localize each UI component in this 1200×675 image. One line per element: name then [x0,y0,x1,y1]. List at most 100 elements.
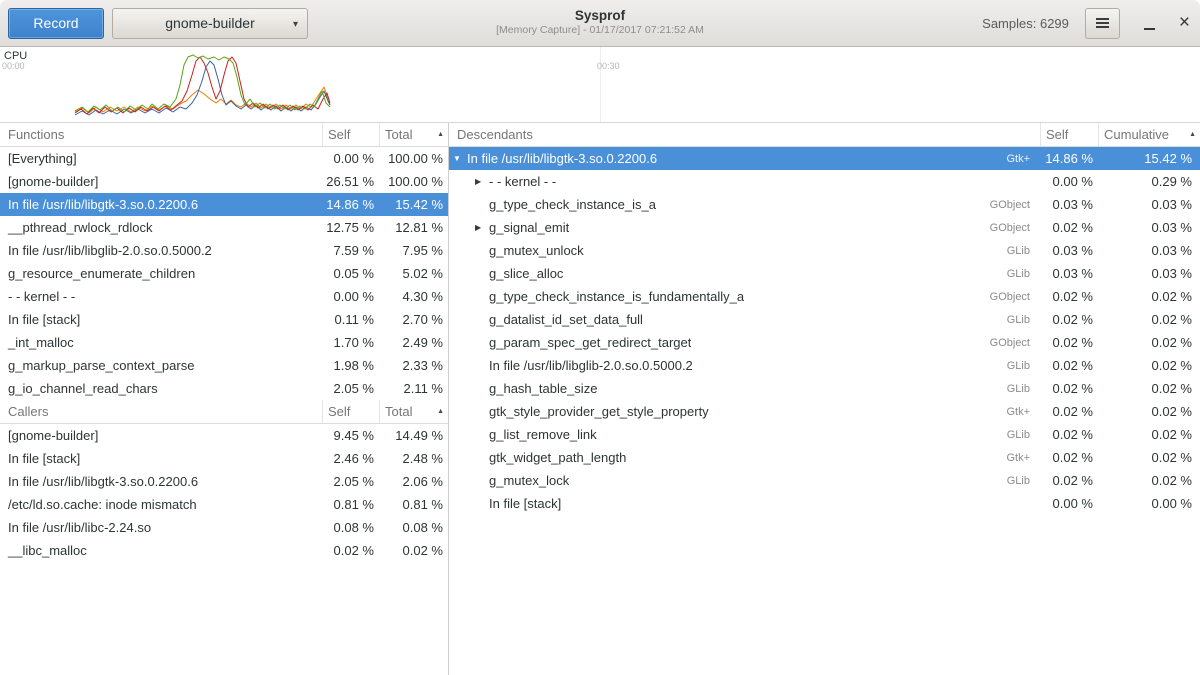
expand-icon[interactable]: ▶ [475,177,489,186]
total-percent: 5.02 % [379,266,448,281]
functions-row[interactable]: - - kernel - -0.00 %4.30 % [0,285,448,308]
function-name: [gnome-builder] [0,428,322,443]
functions-row[interactable]: __pthread_rwlock_rdlock12.75 %12.81 % [0,216,448,239]
self-percent: 2.05 % [322,474,379,489]
sysprof-window: Record gnome-builder ▾ Sysprof [Memory C… [0,0,1200,675]
function-cell: In file [stack] [449,496,1040,511]
callers-row[interactable]: /etc/ld.so.cache: inode mismatch0.81 %0.… [0,493,448,516]
process-selector[interactable]: gnome-builder ▾ [112,8,308,39]
callers-row[interactable]: In file /usr/lib/libgtk-3.so.0.2200.62.0… [0,470,448,493]
callers-row[interactable]: [gnome-builder]9.45 %14.49 % [0,424,448,447]
function-name: gtk_widget_path_length [489,450,626,465]
functions-row[interactable]: _int_malloc1.70 %2.49 % [0,331,448,354]
functions-row[interactable]: In file /usr/lib/libgtk-3.so.0.2200.614.… [0,193,448,216]
self-percent: 12.75 % [322,220,379,235]
descendants-row[interactable]: In file [stack]0.00 %0.00 % [449,492,1200,515]
record-button[interactable]: Record [8,8,104,39]
total-percent: 2.48 % [379,451,448,466]
column-header-total[interactable]: Total ▲ [379,400,448,423]
callers-row[interactable]: In file [stack]2.46 %2.48 % [0,447,448,470]
function-cell: g_type_check_instance_is_aGObject [449,197,1040,212]
function-cell: gtk_widget_path_length Gtk+ [449,450,1040,465]
column-header-cumulative[interactable]: Cumulative ▲ [1098,123,1200,146]
column-header-self[interactable]: Self [322,400,379,423]
cpu-graph[interactable]: CPU 00:00 00:30 [0,47,1200,123]
self-percent: 0.81 % [322,497,379,512]
library-badge: Gtk+ [1000,452,1040,464]
self-percent: 2.05 % [322,381,379,396]
descendants-row[interactable]: g_type_check_instance_is_aGObject0.03 %0… [449,193,1200,216]
right-pane: Descendants Self Cumulative ▲ ▼In file /… [449,123,1200,675]
total-percent: 2.11 % [379,381,448,396]
functions-row[interactable]: g_markup_parse_context_parse1.98 %2.33 % [0,354,448,377]
time-mark-start: 00:00 [2,61,25,71]
function-name: In file /usr/lib/libglib-2.0.so.0.5000.2 [0,243,322,258]
function-name: /etc/ld.so.cache: inode mismatch [0,497,322,512]
function-name: In file /usr/lib/libgtk-3.so.0.2200.6 [0,474,322,489]
function-cell: g_list_remove_linkGLib [449,427,1040,442]
descendants-row[interactable]: ▶- - kernel - -0.00 %0.29 % [449,170,1200,193]
column-header-functions[interactable]: Functions [0,123,322,146]
functions-row[interactable]: In file /usr/lib/libglib-2.0.so.0.5000.2… [0,239,448,262]
column-header-self[interactable]: Self [322,123,379,146]
descendants-table: ▼In file /usr/lib/libgtk-3.so.0.2200.6Gt… [449,147,1200,515]
function-cell: ▼In file /usr/lib/libgtk-3.so.0.2200.6Gt… [449,151,1040,166]
total-percent: 100.00 % [379,174,448,189]
library-badge: GObject [984,199,1040,211]
cumulative-percent: 0.02 % [1098,381,1200,396]
library-badge: Gtk+ [1000,153,1040,165]
library-badge: Gtk+ [1000,406,1040,418]
function-name: g_mutex_unlock [489,243,584,258]
callers-row[interactable]: __libc_malloc0.02 %0.02 % [0,539,448,562]
headerbar: Record gnome-builder ▾ Sysprof [Memory C… [0,0,1200,47]
hamburger-icon [1096,22,1109,24]
callers-table: [gnome-builder]9.45 %14.49 %In file [sta… [0,424,448,562]
column-header-self[interactable]: Self [1040,123,1098,146]
descendants-row[interactable]: g_list_remove_linkGLib0.02 %0.02 % [449,423,1200,446]
column-header-descendants[interactable]: Descendants [449,123,1040,146]
descendants-row[interactable]: g_type_check_instance_is_fundamentally_a… [449,285,1200,308]
sort-indicator-icon: ▲ [1189,131,1200,138]
function-name: In file /usr/lib/libgtk-3.so.0.2200.6 [0,197,322,212]
function-name: g_signal_emit [489,220,569,235]
column-header-callers[interactable]: Callers [0,400,322,423]
column-header-total[interactable]: Total ▲ [379,123,448,146]
descendants-row[interactable]: g_mutex_lockGLib0.02 %0.02 % [449,469,1200,492]
descendants-row[interactable]: ▼In file /usr/lib/libgtk-3.so.0.2200.6Gt… [449,147,1200,170]
library-badge: GLib [1001,360,1040,372]
functions-row[interactable]: g_io_channel_read_chars2.05 %2.11 % [0,377,448,400]
menu-button[interactable] [1085,8,1120,39]
cpu-usage-chart [0,47,1200,122]
descendants-row[interactable]: In file /usr/lib/libglib-2.0.so.0.5000.2… [449,354,1200,377]
expand-icon[interactable]: ▶ [475,223,489,232]
functions-row[interactable]: In file [stack]0.11 %2.70 % [0,308,448,331]
cumulative-percent: 0.03 % [1098,197,1200,212]
descendants-row[interactable]: gtk_style_provider_get_style_propertyGtk… [449,400,1200,423]
close-button[interactable]: × [1179,14,1190,32]
descendants-row[interactable]: g_param_spec_get_redirect_targetGObject0… [449,331,1200,354]
function-name: g_resource_enumerate_children [0,266,322,281]
total-percent: 4.30 % [379,289,448,304]
self-percent: 1.98 % [322,358,379,373]
descendants-row[interactable]: g_mutex_unlockGLib0.03 %0.03 % [449,239,1200,262]
descendants-row[interactable]: g_datalist_id_set_data_fullGLib0.02 %0.0… [449,308,1200,331]
functions-row[interactable]: [gnome-builder]26.51 %100.00 % [0,170,448,193]
descendants-table-header: Descendants Self Cumulative ▲ [449,123,1200,147]
cumulative-percent: 0.02 % [1098,358,1200,373]
self-percent: 0.02 % [1040,473,1098,488]
functions-row[interactable]: g_resource_enumerate_children0.05 %5.02 … [0,262,448,285]
functions-row[interactable]: [Everything]0.00 %100.00 % [0,147,448,170]
cumulative-percent: 0.00 % [1098,496,1200,511]
descendants-row[interactable]: g_slice_allocGLib0.03 %0.03 % [449,262,1200,285]
function-cell: ▶g_signal_emitGObject [449,220,1040,235]
minimize-button[interactable] [1144,16,1155,30]
descendants-row[interactable]: ▶g_signal_emitGObject0.02 %0.03 % [449,216,1200,239]
chevron-down-icon: ▾ [293,19,298,30]
callers-row[interactable]: In file /usr/lib/libc-2.24.so0.08 %0.08 … [0,516,448,539]
collapse-icon[interactable]: ▼ [453,154,467,163]
function-name: [Everything] [0,151,322,166]
self-percent: 0.00 % [322,289,379,304]
descendants-row[interactable]: g_hash_table_sizeGLib0.02 %0.02 % [449,377,1200,400]
function-name: In file [stack] [489,496,561,511]
descendants-row[interactable]: gtk_widget_path_lengthGtk+0.02 %0.02 % [449,446,1200,469]
